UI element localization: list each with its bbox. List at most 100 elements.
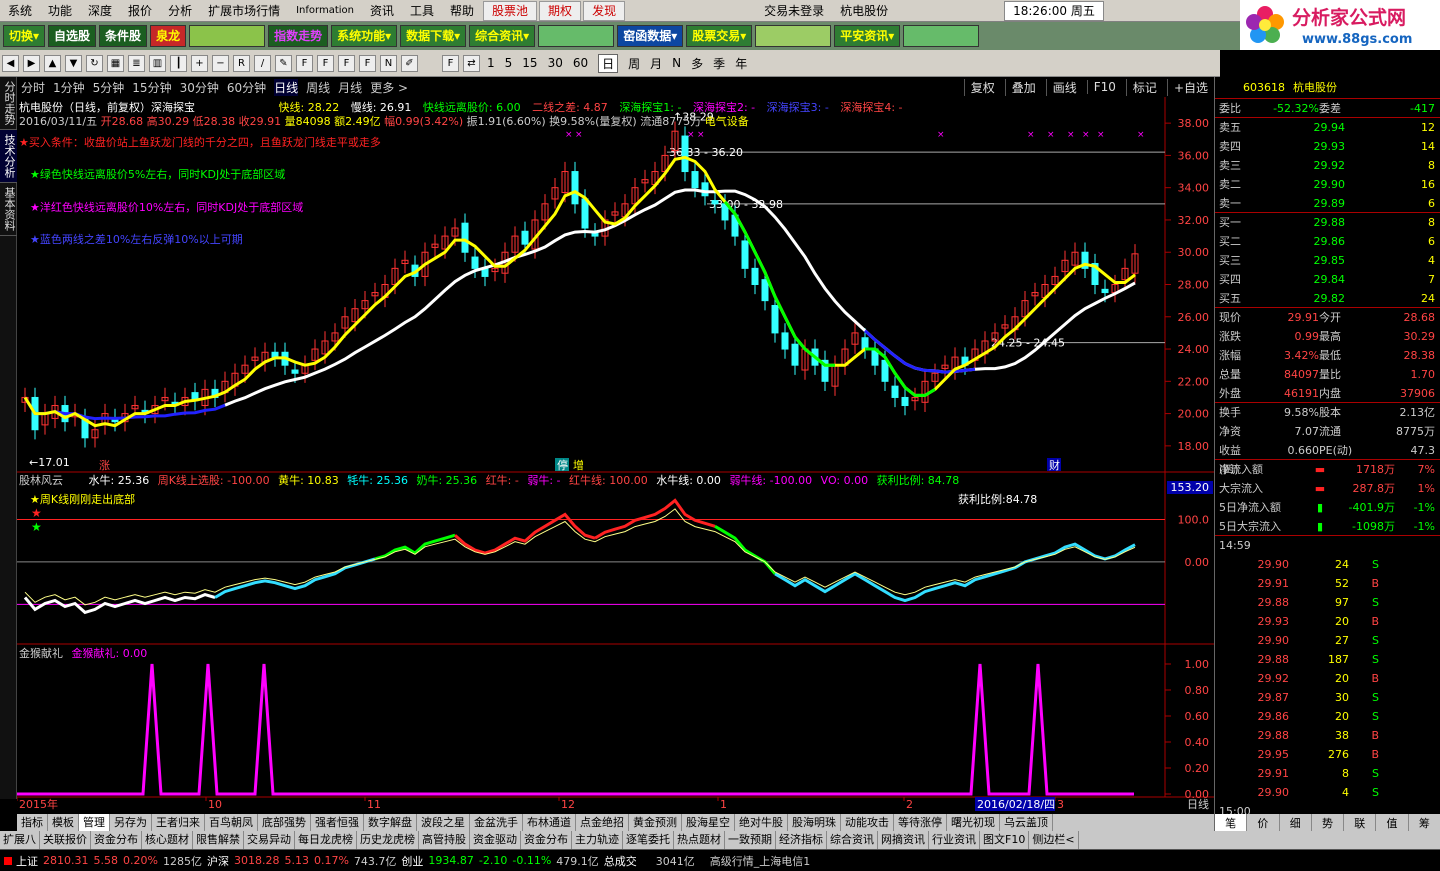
fund-row[interactable]: 换手 9.58% 股本 2.13亿 <box>1215 403 1440 422</box>
quote-row[interactable]: 涨幅 3.42% 最低 28.38 <box>1215 346 1440 365</box>
func-tab-18[interactable]: 行业资讯 <box>929 831 980 849</box>
f5-toggle-icon[interactable]: F <box>442 54 459 72</box>
menu-item-ext-market[interactable]: 扩展市场行情 <box>200 0 288 21</box>
candle-body[interactable] <box>691 171 699 189</box>
func-tab-14[interactable]: 一致预期 <box>725 831 776 849</box>
candle-body[interactable] <box>711 200 719 205</box>
tick-time-row[interactable]: 14:59 <box>1215 536 1440 555</box>
draw-line-button[interactable]: 画线 <box>1045 78 1083 96</box>
period-month[interactable]: 月 <box>650 55 662 72</box>
indicator-tab-18[interactable]: 等待涨停 <box>894 814 947 831</box>
toolbar-btn-blank3[interactable] <box>755 25 832 47</box>
add-watchlist-button[interactable]: +自选 <box>1166 78 1214 96</box>
func-tab-0[interactable]: 扩展八 <box>0 831 40 849</box>
f10-button[interactable]: F10 <box>1086 80 1122 94</box>
quote-row[interactable]: 总量 84097 量比 1.70 <box>1215 365 1440 384</box>
f12-icon[interactable]: F <box>359 54 376 72</box>
func-tab-13[interactable]: 热点题材 <box>674 831 725 849</box>
toolbar-btn-blank4[interactable] <box>903 25 980 47</box>
tick-row[interactable]: 29.95 276 B <box>1215 745 1440 764</box>
bid-row[interactable]: 买一 29.88 8 <box>1215 213 1440 232</box>
period-week[interactable]: 周 <box>628 55 640 72</box>
func-tab-4[interactable]: 限售解禁 <box>193 831 244 849</box>
quote-row[interactable]: 涨跌 0.99 最高 30.29 <box>1215 327 1440 346</box>
indicator-tab-7[interactable]: 强者恒强 <box>311 814 364 831</box>
tick-row[interactable]: 29.91 52 B <box>1215 574 1440 593</box>
back-icon[interactable]: ◀ <box>2 54 19 72</box>
candle-body[interactable] <box>761 279 769 302</box>
tab-5min[interactable]: 5分钟 <box>93 79 125 96</box>
func-tab-1[interactable]: 关联报价 <box>40 831 91 849</box>
zoom-out-icon[interactable]: − <box>212 54 229 72</box>
menu-item-function[interactable]: 功能 <box>40 0 80 21</box>
tick-row[interactable]: 29.86 20 S <box>1215 707 1440 726</box>
ask-row[interactable]: 卖一 29.89 6 <box>1215 194 1440 213</box>
tab-60min[interactable]: 60分钟 <box>227 79 266 96</box>
indicator-tab-6[interactable]: 底部强势 <box>258 814 311 831</box>
period-year[interactable]: 年 <box>735 55 747 72</box>
period-5[interactable]: 5 <box>505 56 513 70</box>
candle-body[interactable] <box>1101 288 1109 294</box>
period-30[interactable]: 30 <box>548 56 563 70</box>
system-function-button[interactable]: 系统功能▾ <box>331 25 398 47</box>
func-tab-10[interactable]: 资金分布 <box>521 831 572 849</box>
candle-body[interactable] <box>901 396 909 407</box>
menu-item-analysis[interactable]: 分析 <box>160 0 200 21</box>
menu-item-news[interactable]: 资讯 <box>362 0 402 21</box>
menu-item-system[interactable]: 系统 <box>0 0 40 21</box>
ind1-name[interactable]: 股林风云 <box>19 474 63 487</box>
news-button[interactable]: 综合资讯▾ <box>469 25 536 47</box>
indicator-tab-10[interactable]: 金盆洗手 <box>470 814 523 831</box>
tab-timeshare[interactable]: 分时 <box>21 79 45 96</box>
indicator-tab-1[interactable]: 模板 <box>48 814 79 831</box>
candle-body[interactable] <box>881 359 889 382</box>
restore-rights-button[interactable]: 复权 <box>963 78 1001 96</box>
server-name[interactable]: 高级行情_上海电信1 <box>710 853 811 869</box>
bid-row[interactable]: 买三 29.85 4 <box>1215 251 1440 270</box>
menu-item-depth[interactable]: 深度 <box>80 0 120 21</box>
bid-row[interactable]: 买五 29.82 24 <box>1215 289 1440 308</box>
func-tab-5[interactable]: 交易异动 <box>244 831 295 849</box>
flow-row[interactable]: 5日大宗流入 ▮ -1098万 -1% <box>1215 517 1440 536</box>
func-tab-19[interactable]: 图文F10 <box>980 831 1030 849</box>
toolbar-btn-blank2[interactable] <box>538 25 615 47</box>
indicator-tab-12[interactable]: 点金绝招 <box>576 814 629 831</box>
tab-more[interactable]: 更多 > <box>370 79 408 96</box>
tab-15min[interactable]: 15分钟 <box>132 79 171 96</box>
bid-row[interactable]: 买四 29.84 7 <box>1215 270 1440 289</box>
tick-row[interactable]: 29.90 4 S <box>1215 783 1440 802</box>
menu-item-information[interactable]: Information <box>288 0 362 21</box>
period-multi[interactable]: 多 <box>691 55 703 72</box>
candle-body[interactable] <box>471 256 479 269</box>
quote-row[interactable]: 外盘 46191 内盘 37906 <box>1215 384 1440 403</box>
line-icon[interactable]: / <box>254 54 271 72</box>
func-tab-3[interactable]: 核心题材 <box>142 831 193 849</box>
candle-body[interactable] <box>291 369 299 374</box>
condition-stock-button[interactable]: 条件股 <box>99 25 148 47</box>
bid-row[interactable]: 买二 29.86 6 <box>1215 232 1440 251</box>
menu-item-tools[interactable]: 工具 <box>402 0 442 21</box>
tab-1min[interactable]: 1分钟 <box>53 79 85 96</box>
forward-icon[interactable]: ▶ <box>23 54 40 72</box>
chart-icon[interactable]: ▥ <box>149 54 166 72</box>
candle-body[interactable] <box>461 222 469 253</box>
ask-row[interactable]: 卖二 29.90 16 <box>1215 175 1440 194</box>
func-tab-16[interactable]: 综合资讯 <box>827 831 878 849</box>
tick-row[interactable]: 29.92 20 B <box>1215 669 1440 688</box>
list-icon[interactable]: ≣ <box>128 54 145 72</box>
data-download-button[interactable]: 数据下载▾ <box>400 25 467 47</box>
hs-label[interactable]: 沪深 <box>207 853 229 869</box>
yaohan-data-button[interactable]: 窑函数据▾ <box>617 25 684 47</box>
period-15[interactable]: 15 <box>522 56 537 70</box>
indicator-tab-8[interactable]: 数字解盘 <box>364 814 417 831</box>
index-trend-button[interactable]: 指数走势 <box>268 25 329 47</box>
candle-body[interactable] <box>891 385 899 398</box>
flow-row[interactable]: 净流入额 ▬ 1718万 7% <box>1215 460 1440 479</box>
f11-icon[interactable]: F <box>338 54 355 72</box>
switch-button[interactable]: 切换▾ <box>3 25 46 47</box>
func-tab-2[interactable]: 资金分布 <box>91 831 142 849</box>
ask-row[interactable]: 卖五 29.94 12 <box>1215 118 1440 137</box>
indicator-tab-9[interactable]: 波段之星 <box>417 814 470 831</box>
tab-30min[interactable]: 30分钟 <box>180 79 219 96</box>
tick-row[interactable]: 29.88 38 B <box>1215 726 1440 745</box>
